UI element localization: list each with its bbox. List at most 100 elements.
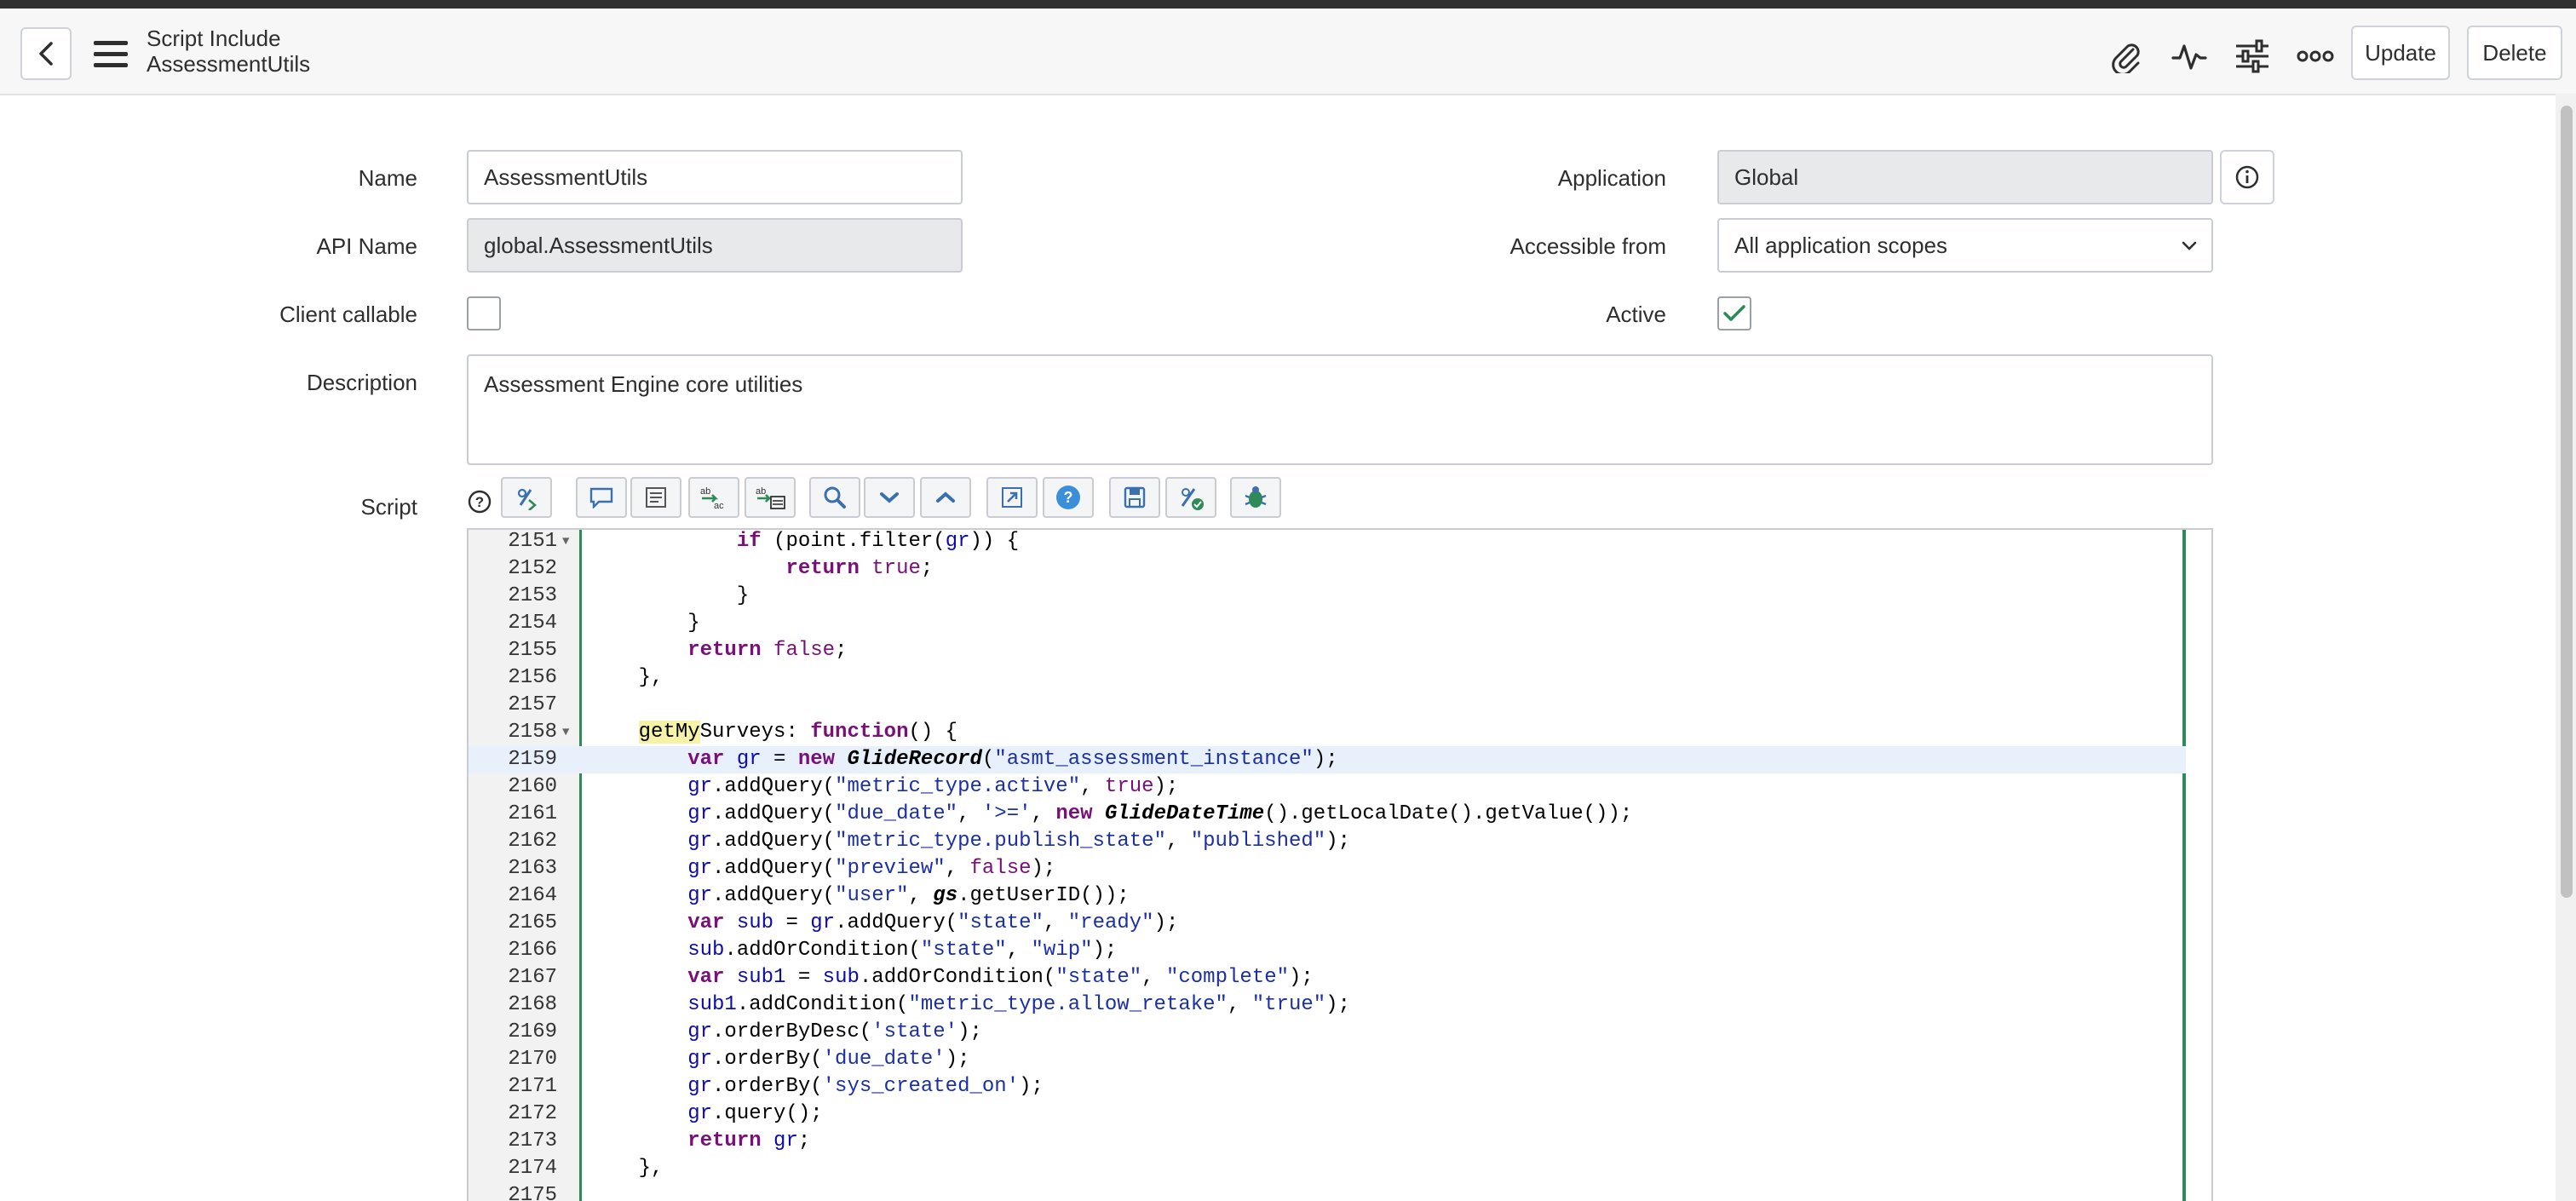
top-strip xyxy=(0,0,2576,9)
debugger-button[interactable] xyxy=(1230,477,1281,518)
line-number: 2169 xyxy=(508,1020,557,1043)
settings-sliders-icon[interactable] xyxy=(2234,37,2271,75)
code-line[interactable]: 2168 sub1.addCondition("metric_type.allo… xyxy=(469,991,2186,1019)
replace-all-button[interactable]: ab xyxy=(745,477,796,518)
form-header: Script Include AssessmentUtils Update De… xyxy=(0,9,2576,95)
code-line[interactable]: 2162 gr.addQuery("metric_type.publish_st… xyxy=(469,828,2186,855)
code-line[interactable]: 2158 ▼ getMySurveys: function() { xyxy=(469,719,2186,746)
code-line[interactable]: 2153 } xyxy=(469,583,2186,610)
code-text: } xyxy=(589,584,750,607)
code-text: var sub = gr.addQuery("state", "ready"); xyxy=(687,911,1179,934)
attachment-icon[interactable] xyxy=(2107,37,2145,75)
code-line[interactable]: 2166 sub.addOrCondition("state", "wip"); xyxy=(469,937,2186,964)
code-line[interactable]: 2155 return false; xyxy=(469,637,2186,664)
svg-text:ab: ab xyxy=(756,486,766,497)
name-label: Name xyxy=(358,165,417,191)
line-number: 2164 xyxy=(508,884,557,907)
toggle-comment-button[interactable] xyxy=(630,477,681,518)
hamburger-menu-icon[interactable] xyxy=(92,37,129,72)
replace-button[interactable]: ab ac xyxy=(688,477,739,518)
code-text: return gr; xyxy=(687,1129,811,1152)
search-button[interactable] xyxy=(809,477,860,518)
accessible-from-value: All application scopes xyxy=(1734,232,1948,258)
code-line[interactable]: 2157 xyxy=(469,692,2186,719)
description-label: Description xyxy=(306,370,417,395)
name-field[interactable]: AssessmentUtils xyxy=(467,150,963,204)
line-number: 2160 xyxy=(508,775,557,798)
save-button[interactable] xyxy=(1109,477,1160,518)
help-circle-icon[interactable]: ? xyxy=(467,489,492,514)
code-line[interactable]: 2161 gr.addQuery("due_date", '>=', new G… xyxy=(469,801,2186,828)
help-icon: ? xyxy=(1056,486,1080,509)
line-number: 2175 xyxy=(508,1184,557,1201)
code-line[interactable]: 2156 }, xyxy=(469,664,2186,692)
replace-icon: ab ac xyxy=(700,486,724,510)
line-number: 2174 xyxy=(508,1157,557,1180)
find-previous-button[interactable] xyxy=(920,477,971,518)
code-line[interactable]: 2159 var gr = new GlideRecord("asmt_asse… xyxy=(469,746,2186,773)
line-number: 2165 xyxy=(508,911,557,934)
line-number: 2168 xyxy=(508,993,557,1016)
code-line[interactable]: 2160 gr.addQuery("metric_type.active", t… xyxy=(469,773,2186,801)
fold-arrow-icon[interactable]: ▼ xyxy=(562,719,569,746)
line-number: 2152 xyxy=(508,557,557,580)
code-text: }, xyxy=(589,666,664,689)
more-icon[interactable] xyxy=(2297,37,2334,75)
line-number: 2172 xyxy=(508,1102,557,1125)
code-line[interactable]: 2173 return gr; xyxy=(469,1128,2186,1155)
back-button[interactable] xyxy=(20,27,72,80)
line-number: 2156 xyxy=(508,666,557,689)
fullscreen-icon xyxy=(1002,487,1022,508)
code-line[interactable]: 2171 gr.orderBy('sys_created_on'); xyxy=(469,1073,2186,1100)
code-text: gr.addQuery("user", gs.getUserID()); xyxy=(687,884,1130,907)
description-field[interactable]: Assessment Engine core utilities xyxy=(467,354,2213,465)
page-scrollbar-thumb[interactable] xyxy=(2561,106,2573,898)
checkmark-icon xyxy=(1723,305,1745,321)
script-editor[interactable]: 2151 ▼ if (point.filter(gr)) {2152 return… xyxy=(467,528,2213,1201)
accessible-from-label: Accessible from xyxy=(1509,233,1667,259)
line-number: 2167 xyxy=(508,966,557,989)
api-name-label: API Name xyxy=(316,233,418,259)
line-number: 2171 xyxy=(508,1075,557,1098)
application-field: Global xyxy=(1717,150,2213,204)
code-text: return false; xyxy=(687,639,848,662)
application-info-button[interactable] xyxy=(2220,150,2274,204)
accessible-from-select[interactable]: All application scopes xyxy=(1717,218,2213,273)
code-text: } xyxy=(589,612,700,635)
code-line[interactable]: 2152 return true; xyxy=(469,555,2186,583)
code-line[interactable]: 2151 ▼ if (point.filter(gr)) { xyxy=(469,530,2186,555)
code-line[interactable]: 2167 var sub1 = sub.addOrCondition("stat… xyxy=(469,964,2186,991)
code-text: gr.addQuery("preview", false); xyxy=(687,857,1056,880)
code-text: if (point.filter(gr)) { xyxy=(736,530,1020,553)
delete-button[interactable]: Delete xyxy=(2467,26,2562,80)
code-line[interactable]: 2174 }, xyxy=(469,1155,2186,1182)
comment-button[interactable] xyxy=(576,477,627,518)
code-text: sub1.addCondition("metric_type.allow_ret… xyxy=(687,993,1350,1016)
client-callable-checkbox[interactable] xyxy=(467,296,501,330)
code-line[interactable]: 2170 gr.orderBy('due_date'); xyxy=(469,1046,2186,1073)
code-line[interactable]: 2165 var sub = gr.addQuery("state", "rea… xyxy=(469,910,2186,937)
code-text: getMySurveys: function() { xyxy=(638,721,958,744)
update-button[interactable]: Update xyxy=(2351,26,2450,80)
code-line[interactable]: 2175 xyxy=(469,1182,2186,1201)
code-line[interactable]: 2164 gr.addQuery("user", gs.getUserID())… xyxy=(469,882,2186,910)
form-title: Script Include AssessmentUtils xyxy=(147,26,310,77)
code-line[interactable]: 2154 } xyxy=(469,610,2186,637)
script-debug-button[interactable] xyxy=(1165,477,1216,518)
code-line[interactable]: 2169 gr.orderByDesc('state'); xyxy=(469,1019,2186,1046)
form-title-record: AssessmentUtils xyxy=(147,51,311,77)
code-text: sub.addOrCondition("state", "wip"); xyxy=(687,939,1118,962)
code-line[interactable]: 2163 gr.addQuery("preview", false); xyxy=(469,855,2186,882)
editor-help-button[interactable]: ? xyxy=(1043,477,1094,518)
active-checkbox[interactable] xyxy=(1717,296,1751,330)
toggle-comment-icon xyxy=(646,487,666,508)
find-next-button[interactable] xyxy=(864,477,915,518)
svg-text:ac: ac xyxy=(714,501,724,510)
fullscreen-button[interactable] xyxy=(986,477,1038,518)
format-code-button[interactable] xyxy=(501,477,552,518)
fold-arrow-icon[interactable]: ▼ xyxy=(562,530,569,555)
code-text: var sub1 = sub.addOrCondition("state", "… xyxy=(687,966,1314,989)
code-line[interactable]: 2172 gr.query(); xyxy=(469,1100,2186,1128)
activity-icon[interactable] xyxy=(2171,37,2208,75)
code-text: gr.addQuery("metric_type.active", true); xyxy=(687,775,1179,798)
